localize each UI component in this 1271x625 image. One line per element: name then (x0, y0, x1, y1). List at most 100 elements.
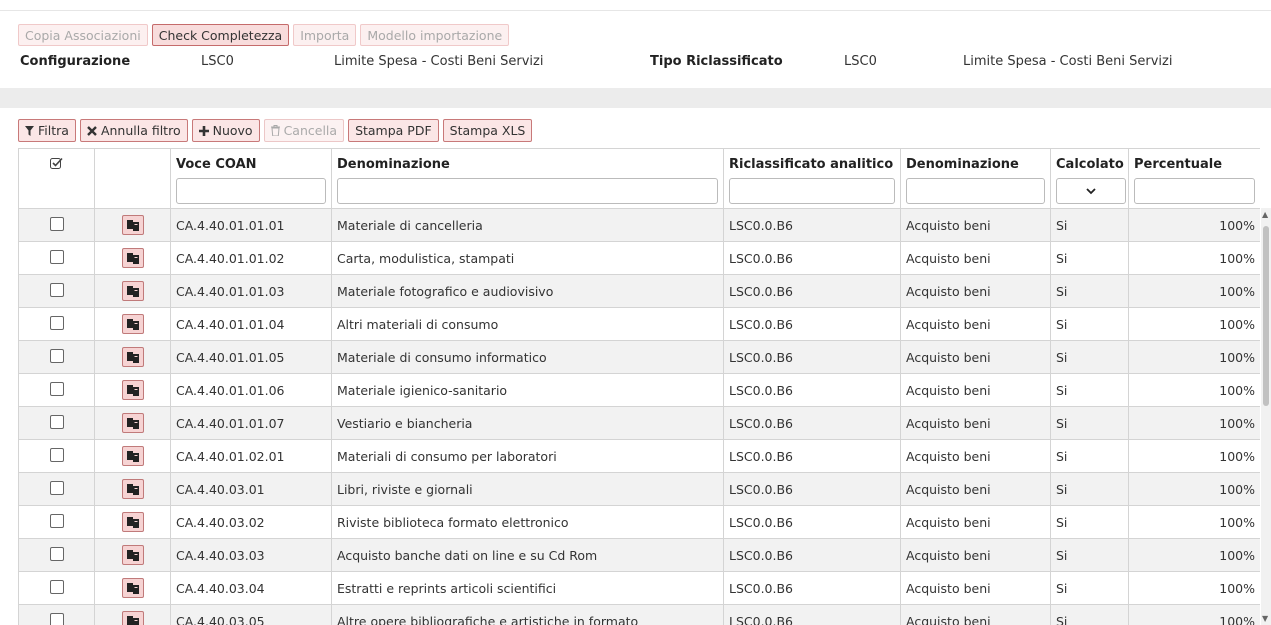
voce-coan-cell: CA.4.40.03.04 (170, 571, 332, 605)
funnel-icon (25, 125, 34, 136)
calcolato-filter-select[interactable] (1056, 178, 1126, 204)
row-select-cell (18, 406, 95, 440)
row-checkbox[interactable] (49, 447, 64, 462)
table-row[interactable]: CA.4.40.01.02.01 Materiali di consumo per… (18, 439, 1260, 473)
row-checkbox[interactable] (49, 282, 64, 297)
scroll-down-icon[interactable]: ▼ (1262, 614, 1268, 623)
tipo-riclassificato-code: LSC0 (844, 54, 877, 69)
table-row[interactable]: CA.4.40.01.01.03 Materiale fotografico e … (18, 274, 1260, 308)
nuovo-button[interactable]: Nuovo (191, 119, 260, 142)
check-completezza-button[interactable]: Check Completezza (151, 24, 290, 46)
row-detail-button[interactable] (121, 248, 144, 268)
row-select-cell (18, 340, 95, 374)
row-detail-button[interactable] (121, 413, 144, 433)
row-checkbox[interactable] (49, 546, 64, 561)
table-row[interactable]: CA.4.40.01.01.06 Materiale igienico-sanit… (18, 373, 1260, 407)
grid-scrollbar[interactable]: ▲ ▼ (1261, 208, 1271, 625)
select-all-header[interactable] (18, 148, 95, 209)
section-separator (0, 88, 1271, 108)
table-row[interactable]: CA.4.40.01.01.02 Carta, modulistica, stam… (18, 241, 1260, 275)
associations-grid: Voce COAN Denominazione Riclassificato a… (18, 148, 1260, 625)
row-detail-button[interactable] (121, 281, 144, 301)
annulla-filtro-button[interactable]: Annulla filtro (79, 119, 188, 142)
table-row[interactable]: CA.4.40.01.01.01 Materiale di cancelleria… (18, 208, 1260, 242)
copy-docs-icon (126, 583, 139, 594)
modello-importazione-button[interactable]: Modello importazione (360, 24, 510, 46)
table-row[interactable]: CA.4.40.03.02 Riviste biblioteca formato … (18, 505, 1260, 539)
copy-docs-icon (126, 517, 139, 528)
voce-coan-cell: CA.4.40.01.01.01 (170, 208, 332, 242)
row-checkbox[interactable] (49, 381, 64, 396)
table-row[interactable]: CA.4.40.01.01.07 Vestiario e biancheria LS… (18, 406, 1260, 440)
stampa-xls-button[interactable]: Stampa XLS (442, 119, 533, 142)
stampa-pdf-button[interactable]: Stampa PDF (348, 119, 439, 142)
row-detail-button[interactable] (121, 215, 144, 235)
row-action-cell (94, 241, 171, 275)
row-action-cell (94, 373, 171, 407)
row-checkbox[interactable] (49, 612, 64, 625)
denominazione2-cell: Acquisto beni (900, 505, 1051, 539)
table-row[interactable]: CA.4.40.03.01 Libri, riviste e giornali LS… (18, 472, 1260, 506)
voce-coan-cell: CA.4.40.01.01.02 (170, 241, 332, 275)
table-row[interactable]: CA.4.40.01.01.05 Materiale di consumo inf… (18, 340, 1260, 374)
table-row[interactable]: CA.4.40.03.05 Altre opere bibliografiche … (18, 604, 1260, 625)
percentuale-filter-input[interactable] (1134, 178, 1255, 204)
table-row[interactable]: CA.4.40.03.03 Acquisto banche dati on lin… (18, 538, 1260, 572)
row-checkbox[interactable] (49, 216, 64, 231)
row-detail-button[interactable] (121, 545, 144, 565)
row-detail-button[interactable] (121, 578, 144, 598)
calcolato-cell: Si (1050, 274, 1129, 308)
scroll-up-icon[interactable]: ▲ (1262, 210, 1268, 219)
chevron-down-icon (1086, 187, 1096, 194)
row-checkbox[interactable] (49, 579, 64, 594)
row-checkbox[interactable] (49, 414, 64, 429)
voce-coan-header-label: Voce COAN (176, 157, 257, 172)
row-detail-button[interactable] (121, 314, 144, 334)
row-action-cell (94, 307, 171, 341)
copy-docs-icon (126, 352, 139, 363)
row-detail-button[interactable] (121, 446, 144, 466)
voce-coan-filter-input[interactable] (176, 178, 326, 204)
importa-button[interactable]: Importa (293, 24, 357, 46)
nuovo-label: Nuovo (212, 123, 253, 138)
scrollbar-thumb[interactable] (1263, 226, 1269, 406)
tipo-riclassificato-label: Tipo Riclassificato (650, 54, 783, 69)
row-detail-button[interactable] (121, 347, 144, 367)
row-detail-button[interactable] (121, 512, 144, 532)
copia-associazioni-button[interactable]: Copia Associazioni (18, 24, 148, 46)
table-row[interactable]: CA.4.40.03.04 Estratti e reprints articol… (18, 571, 1260, 605)
row-select-cell (18, 472, 95, 506)
row-action-cell (94, 406, 171, 440)
row-checkbox[interactable] (49, 348, 64, 363)
riclassificato-cell: LSC0.0.B6 (723, 604, 901, 625)
row-checkbox[interactable] (49, 513, 64, 528)
row-checkbox[interactable] (49, 249, 64, 264)
riclassificato-cell: LSC0.0.B6 (723, 241, 901, 275)
denominazione2-filter-input[interactable] (906, 178, 1045, 204)
cancella-button[interactable]: Cancella (263, 119, 345, 142)
riclassificato-filter-input[interactable] (729, 178, 895, 204)
denominazione-filter-input[interactable] (337, 178, 718, 204)
denominazione-cell: Riviste biblioteca formato elettronico (331, 505, 724, 539)
riclassificato-cell: LSC0.0.B6 (723, 472, 901, 506)
denominazione2-cell: Acquisto beni (900, 472, 1051, 506)
row-action-cell (94, 571, 171, 605)
denominazione2-cell: Acquisto beni (900, 241, 1051, 275)
row-detail-button[interactable] (121, 611, 144, 625)
row-detail-button[interactable] (121, 380, 144, 400)
row-detail-button[interactable] (121, 479, 144, 499)
denominazione2-header-label: Denominazione (906, 157, 1019, 172)
row-checkbox[interactable] (49, 315, 64, 330)
riclassificato-cell: LSC0.0.B6 (723, 307, 901, 341)
voce-coan-cell: CA.4.40.01.01.04 (170, 307, 332, 341)
table-row[interactable]: CA.4.40.01.01.04 Altri materiali di consu… (18, 307, 1260, 341)
copy-docs-icon (126, 286, 139, 297)
row-checkbox[interactable] (49, 480, 64, 495)
riclassificato-cell: LSC0.0.B6 (723, 340, 901, 374)
percentuale-cell: 100% (1128, 373, 1260, 407)
riclassificato-header: Riclassificato analitico (723, 148, 901, 209)
check-all-icon[interactable] (50, 157, 63, 169)
calcolato-cell: Si (1050, 439, 1129, 473)
filtra-button[interactable]: Filtra (18, 119, 76, 142)
row-select-cell (18, 538, 95, 572)
